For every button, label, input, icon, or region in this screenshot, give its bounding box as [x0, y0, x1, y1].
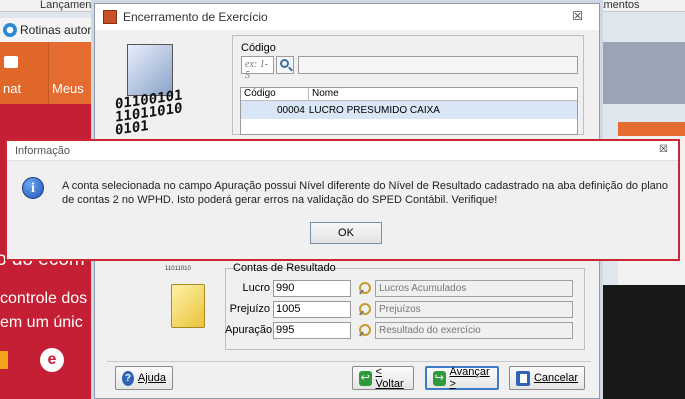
plano-grid: Código Nome 00004 LUCRO PRESUMIDO CAIXA: [240, 87, 578, 135]
menu-tab-ferramentos[interactable]: rramentos: [590, 0, 680, 11]
folder-icon: [171, 284, 205, 328]
message-title-bar[interactable]: Informação ☒: [7, 141, 678, 161]
monitor-icon: [127, 44, 173, 96]
folder-bits: 11011010: [165, 266, 191, 272]
rotinas-label: Rotinas automáti: [20, 23, 99, 37]
lookup-icon[interactable]: [359, 324, 371, 336]
background-right-image: [600, 285, 685, 399]
voltar-button[interactable]: ↩ < Voltar: [352, 366, 414, 390]
avancar-label: Avançar >: [449, 366, 490, 390]
contas-label: Contas de Resultado: [233, 262, 336, 274]
rotinas-tab[interactable]: Rotinas automáti: [0, 18, 100, 42]
background-band: [600, 42, 685, 104]
codigo-input[interactable]: ex: 1-5: [241, 56, 274, 81]
promo-yellow-mark: [0, 351, 8, 369]
gear-icon: [3, 23, 17, 37]
promo-line-2: em um únic: [0, 314, 83, 331]
folder-illustration: 11011010: [165, 266, 209, 336]
grid-header-codigo[interactable]: Código: [241, 88, 309, 100]
calendar-icon: [103, 10, 117, 24]
background-right-strip: [618, 122, 685, 136]
tile-meus-label: Meus: [52, 81, 84, 96]
prejuizo-label: Prejuízo: [229, 303, 270, 315]
ok-button[interactable]: OK: [310, 222, 382, 244]
cancelar-button[interactable]: Cancelar: [509, 366, 585, 390]
footer-divider: [107, 361, 591, 362]
avancar-button[interactable]: ↪ Avançar >: [425, 366, 499, 390]
close-icon[interactable]: ☒: [659, 144, 668, 155]
tile-chat-label: nat: [3, 81, 22, 96]
grid-header-nome[interactable]: Nome: [309, 88, 577, 100]
prejuizo-input[interactable]: 1005: [273, 300, 351, 318]
dialog-title: Encerramento de Exercício: [123, 10, 268, 24]
table-row[interactable]: 00004 LUCRO PRESUMIDO CAIXA: [241, 101, 577, 119]
lucro-label: Lucro: [242, 282, 270, 294]
lucro-description: Lucros Acumulados: [375, 279, 573, 297]
lookup-icon[interactable]: [359, 303, 371, 315]
lucro-row: Lucro 990 Lucros Acumulados: [225, 279, 573, 297]
codigo-label: Código: [241, 42, 276, 54]
help-icon: ?: [122, 370, 134, 386]
apuracao-row: Apuração 995 Resultado do exercício: [225, 321, 573, 339]
codigo-description-field[interactable]: [298, 56, 578, 74]
cancel-icon: [516, 370, 530, 386]
apuracao-label: Apuração: [225, 324, 273, 336]
message-title: Informação: [15, 144, 71, 157]
promo-line-1: controle dos: [0, 290, 88, 307]
message-text: A conta selecionada no campo Apuração po…: [62, 180, 669, 206]
binary-text: 01100101 11011010 0101: [115, 87, 183, 139]
grid-header: Código Nome: [241, 88, 577, 101]
row-codigo: 00004: [277, 104, 305, 116]
ajuda-button[interactable]: ? Ajuda: [115, 366, 173, 390]
codigo-group: Código ex: 1-5 Código Nome 00004 LUCRO P…: [232, 35, 584, 135]
e-logo-icon: e: [40, 348, 64, 372]
information-message-box: Informação ☒ i A conta selecionada no ca…: [5, 139, 680, 261]
back-arrow-icon: ↩: [359, 370, 372, 386]
background-tiles: nat Meus: [0, 42, 95, 104]
next-arrow-icon: ↪: [433, 370, 446, 386]
dialog-title-bar[interactable]: Encerramento de Exercício ☒: [95, 4, 599, 30]
row-nome: LUCRO PRESUMIDO CAIXA: [308, 104, 440, 116]
info-icon: i: [22, 177, 44, 199]
computer-illustration: 01100101 11011010 0101: [111, 44, 191, 144]
lookup-icon[interactable]: [359, 282, 371, 294]
prejuizo-row: Prejuízo 1005 Prejuízos: [225, 300, 573, 318]
close-icon[interactable]: ☒: [572, 9, 583, 23]
search-button[interactable]: [276, 56, 294, 74]
chat-icon: [4, 56, 18, 68]
lucro-input[interactable]: 990: [273, 279, 351, 297]
tile-meus[interactable]: Meus: [48, 42, 95, 104]
tile-chat[interactable]: nat: [0, 42, 48, 104]
apuracao-input[interactable]: 995: [273, 321, 351, 339]
cancelar-label: Cancelar: [533, 372, 578, 384]
ajuda-label: Ajuda: [137, 372, 166, 384]
prejuizo-description: Prejuízos: [375, 300, 573, 318]
apuracao-description: Resultado do exercício: [375, 321, 573, 339]
voltar-label: < Voltar: [375, 366, 404, 390]
